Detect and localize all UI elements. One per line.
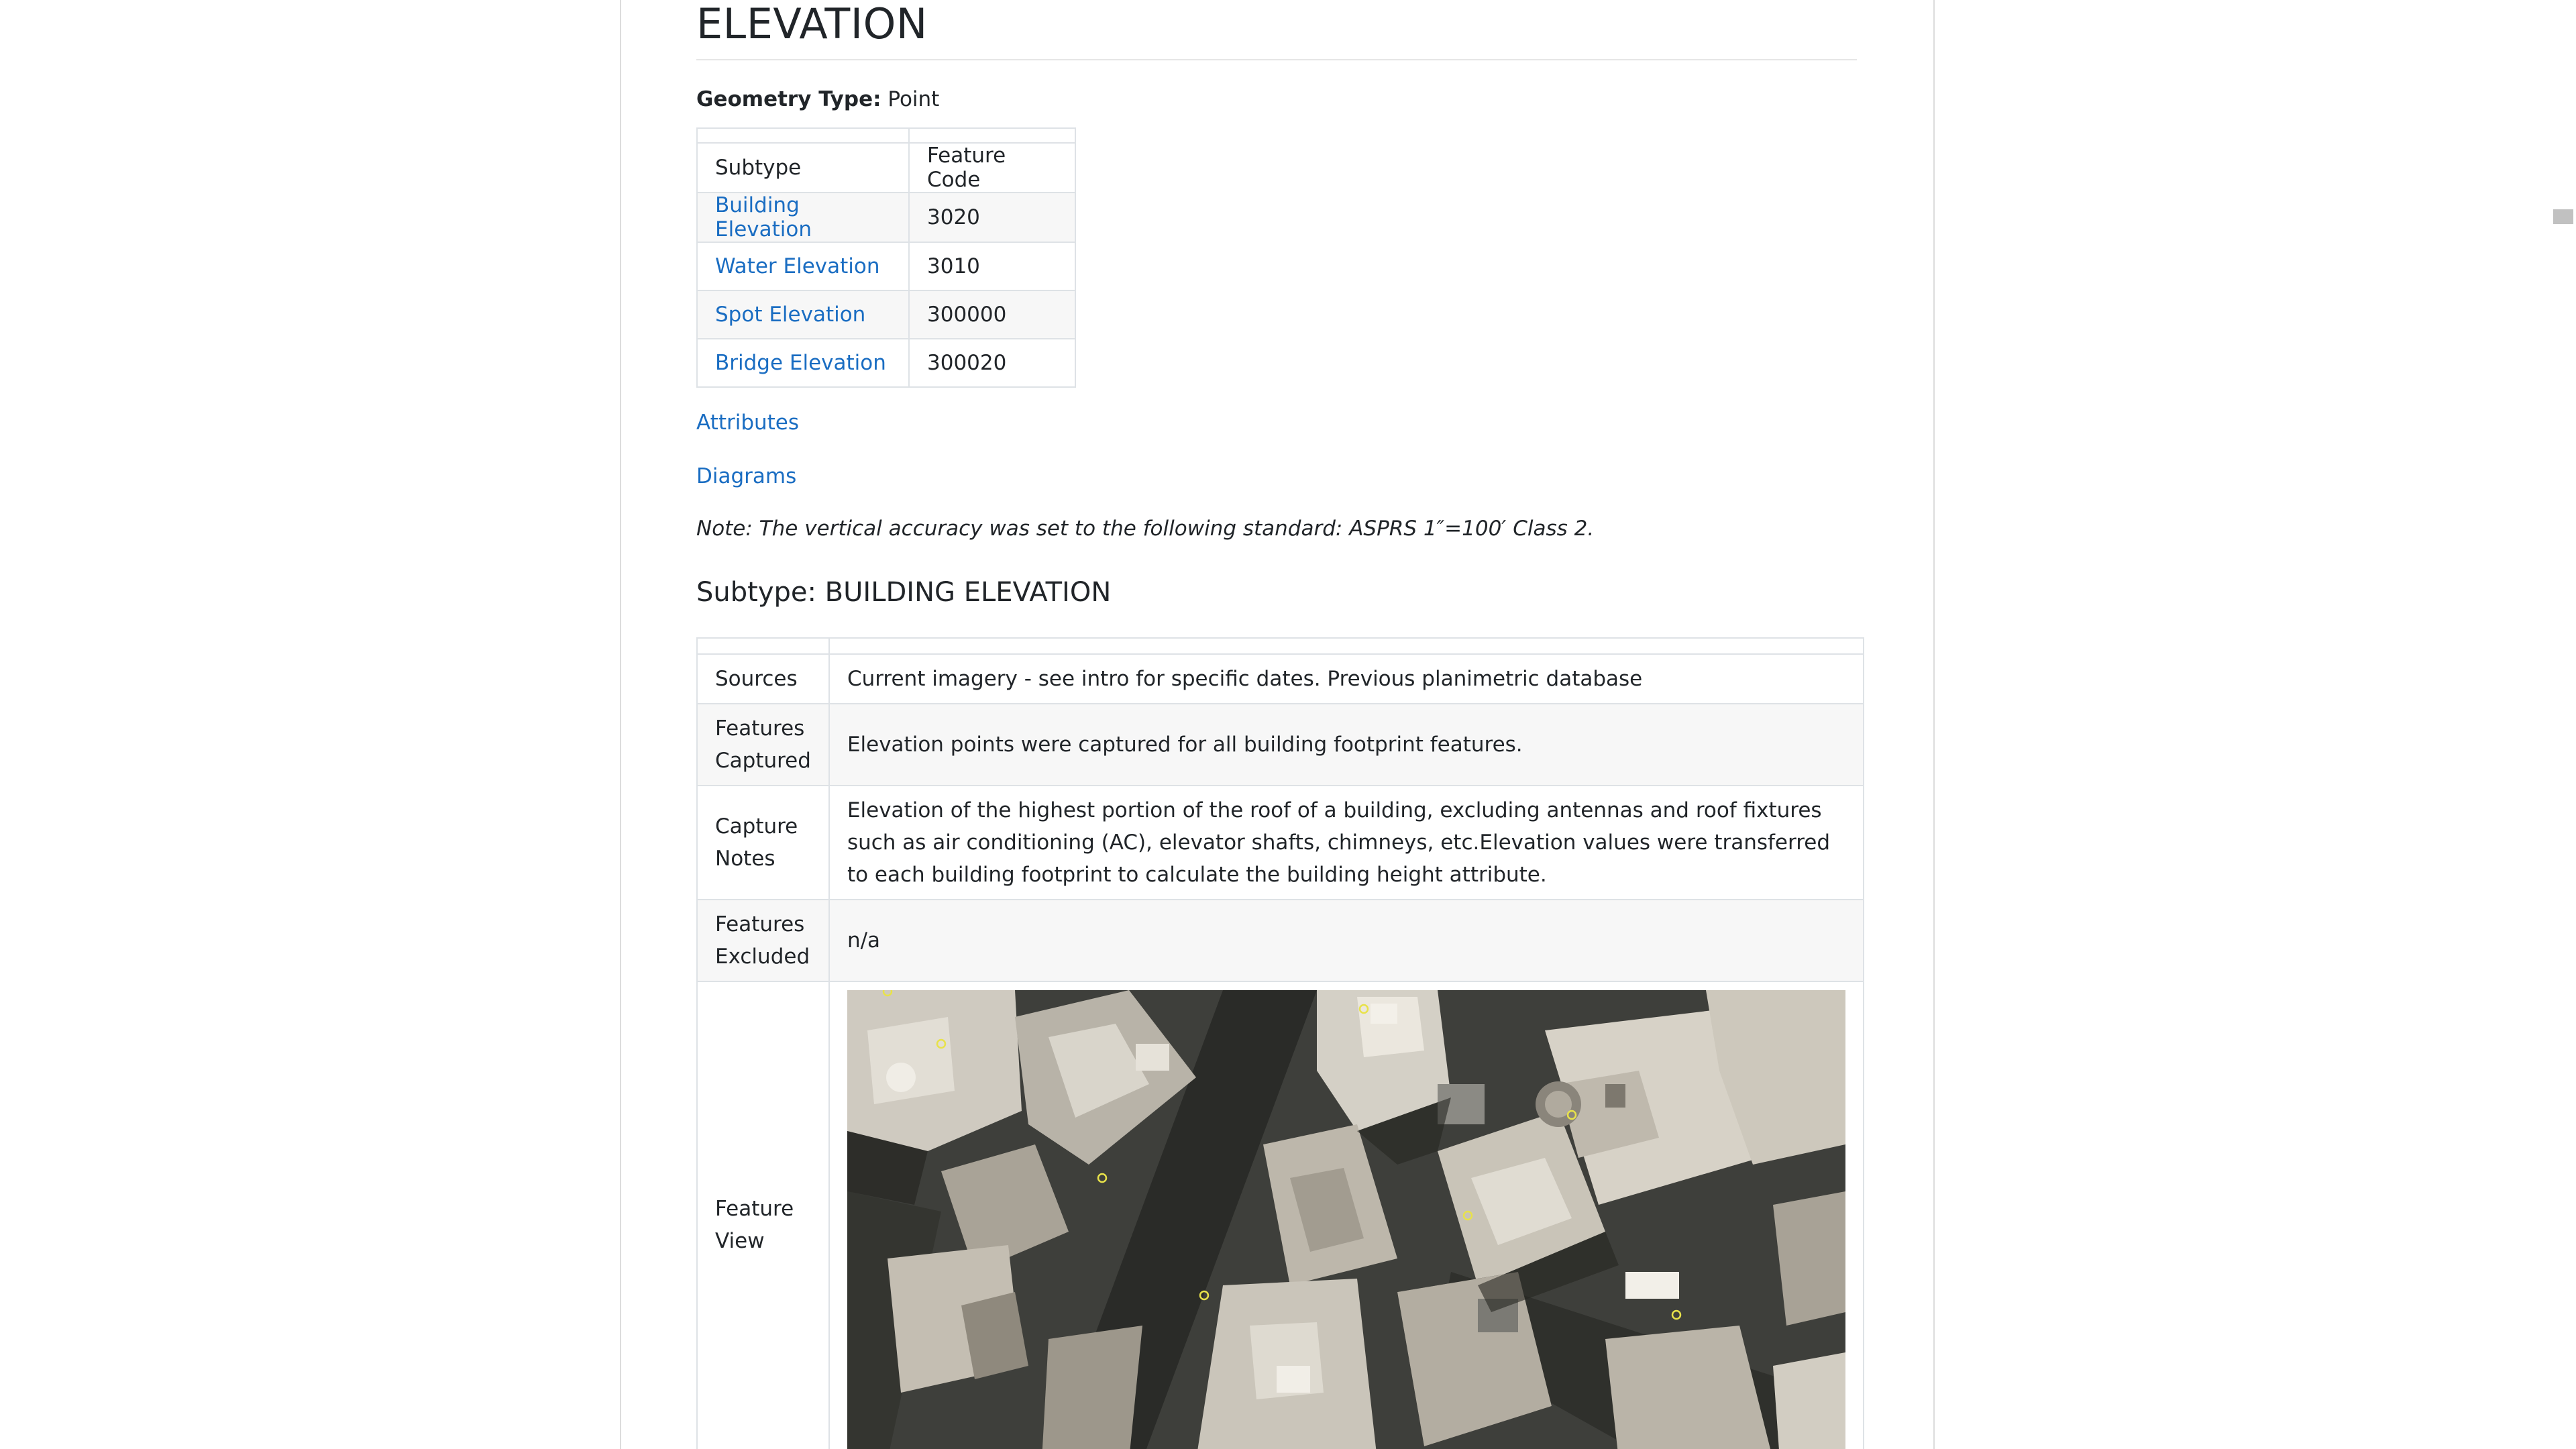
accuracy-note: Note: The vertical accuracy was set to t… [696, 517, 1595, 541]
feature-code-cell: 3020 [908, 192, 1076, 243]
table-spacer-row [696, 127, 1076, 144]
table-row: Building Elevation 3020 [696, 192, 1076, 243]
page: ELEVATION Geometry Type: Point Subtype F… [0, 0, 2576, 1449]
content-panel: ELEVATION Geometry Type: Point Subtype F… [620, 0, 1935, 1449]
subtype-cell: Bridge Elevation [696, 338, 910, 388]
page-scrollbar-thumb[interactable] [2553, 209, 2573, 224]
subtype-cell: Building Elevation [696, 192, 910, 243]
table-row: Capture Notes Elevation of the highest p… [696, 785, 1864, 900]
table-row: Water Elevation 3010 [696, 241, 1076, 291]
row-label-capture-notes: Capture Notes [696, 785, 830, 900]
subtype-detail-table: Sources Current imagery - see intro for … [696, 637, 1864, 1449]
subtype-cell: Water Elevation [696, 241, 910, 291]
table-row: Feature View [696, 981, 1864, 1449]
subtype-link-bridge-elevation[interactable]: Bridge Elevation [715, 351, 886, 375]
row-label-sources: Sources [696, 653, 830, 704]
row-value-features-captured: Elevation points were captured for all b… [828, 703, 1864, 786]
row-value-feature-view [828, 981, 1864, 1449]
aerial-image [847, 990, 1845, 1449]
feature-code-cell: 3010 [908, 241, 1076, 291]
page-title: ELEVATION [696, 0, 928, 48]
subtype-link-water-elevation[interactable]: Water Elevation [715, 254, 880, 278]
row-value-features-excluded: n/a [828, 899, 1864, 982]
row-label-features-excluded: Features Excluded [696, 899, 830, 982]
attributes-link[interactable]: Attributes [696, 409, 1857, 436]
content-body: ELEVATION Geometry Type: Point Subtype F… [696, 0, 1864, 1449]
column-header-subtype: Subtype [696, 142, 910, 193]
subtype-table: Subtype Feature Code Building Elevation … [696, 127, 1076, 388]
subtype-link-building-elevation[interactable]: Building Elevation [715, 193, 812, 241]
table-row: Features Excluded n/a [696, 899, 1864, 982]
title-divider [696, 59, 1857, 60]
table-header-row: Subtype Feature Code [696, 142, 1076, 193]
subtype-cell: Spot Elevation [696, 290, 910, 339]
feature-code-cell: 300000 [908, 290, 1076, 339]
diagrams-link[interactable]: Diagrams [696, 463, 1857, 490]
row-value-capture-notes: Elevation of the highest portion of the … [828, 785, 1864, 900]
feature-code-cell: 300020 [908, 338, 1076, 388]
table-row: Bridge Elevation 300020 [696, 338, 1076, 388]
geometry-type: Geometry Type: Point [696, 86, 1857, 113]
row-label-feature-view: Feature View [696, 981, 830, 1449]
subtype-heading: Subtype: BUILDING ELEVATION [696, 577, 1112, 608]
table-row: Spot Elevation 300000 [696, 290, 1076, 339]
column-header-feature-code: Feature Code [908, 142, 1076, 193]
table-row: Sources Current imagery - see intro for … [696, 653, 1864, 704]
table-row: Features Captured Elevation points were … [696, 703, 1864, 786]
subtype-link-spot-elevation[interactable]: Spot Elevation [715, 303, 865, 327]
geometry-type-label: Geometry Type: [696, 87, 881, 111]
table-spacer-row [696, 637, 1864, 655]
geometry-type-value: Point [888, 87, 940, 111]
row-value-sources: Current imagery - see intro for specific… [828, 653, 1864, 704]
row-label-features-captured: Features Captured [696, 703, 830, 786]
